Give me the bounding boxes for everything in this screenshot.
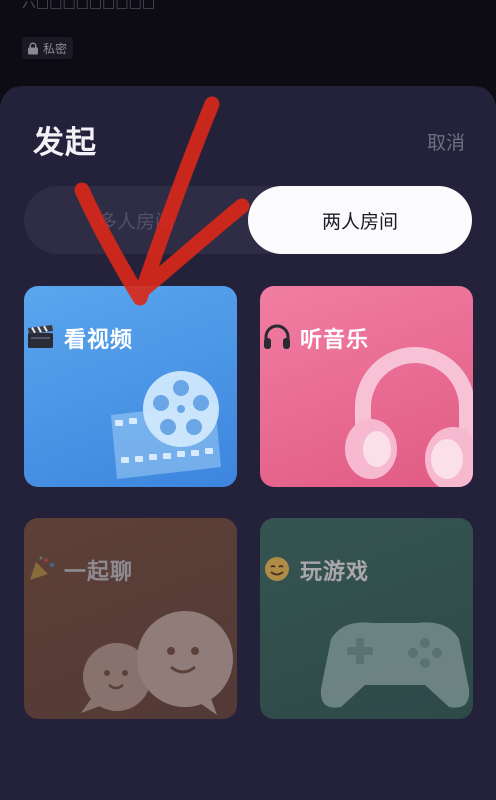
chat-together-card[interactable]: 一起聊 bbox=[24, 518, 237, 719]
screen: 六□□□□□□□□□ 私密 发起 取消 多人房间 两人房间 看视频 听音乐 一起… bbox=[0, 0, 496, 800]
watch-video-label: 看视频 bbox=[64, 328, 134, 353]
headphones-icon bbox=[264, 324, 290, 349]
background-page: 六□□□□□□□□□ 私密 bbox=[0, 0, 496, 100]
listen-music-card[interactable]: 听音乐 bbox=[260, 286, 473, 487]
background-title-text: 六□□□□□□□□□ bbox=[22, 0, 156, 11]
cancel-button[interactable]: 取消 bbox=[427, 128, 465, 155]
speech-bubbles-illustration bbox=[81, 611, 233, 715]
room-type-tabs: 多人房间 两人房间 bbox=[24, 186, 472, 254]
clapperboard-icon bbox=[28, 325, 53, 348]
play-games-label: 玩游戏 bbox=[300, 560, 370, 585]
play-games-card[interactable]: 玩游戏 bbox=[260, 518, 473, 719]
party-popper-icon bbox=[30, 556, 54, 580]
smiling-face-icon bbox=[265, 557, 289, 581]
sheet-title: 发起 bbox=[33, 125, 97, 161]
private-badge: 私密 bbox=[22, 37, 74, 59]
tab-two-person-room[interactable]: 两人房间 bbox=[248, 186, 472, 254]
private-badge-label: 私密 bbox=[43, 41, 68, 56]
lock-icon bbox=[28, 42, 38, 54]
headphones-illustration bbox=[345, 347, 473, 487]
chat-together-label: 一起聊 bbox=[64, 560, 134, 585]
film-reel-illustration bbox=[111, 371, 221, 479]
game-controller-illustration bbox=[320, 622, 470, 708]
watch-video-card[interactable]: 看视频 bbox=[24, 286, 237, 487]
tab-multi-person-room[interactable]: 多人房间 bbox=[24, 186, 248, 254]
